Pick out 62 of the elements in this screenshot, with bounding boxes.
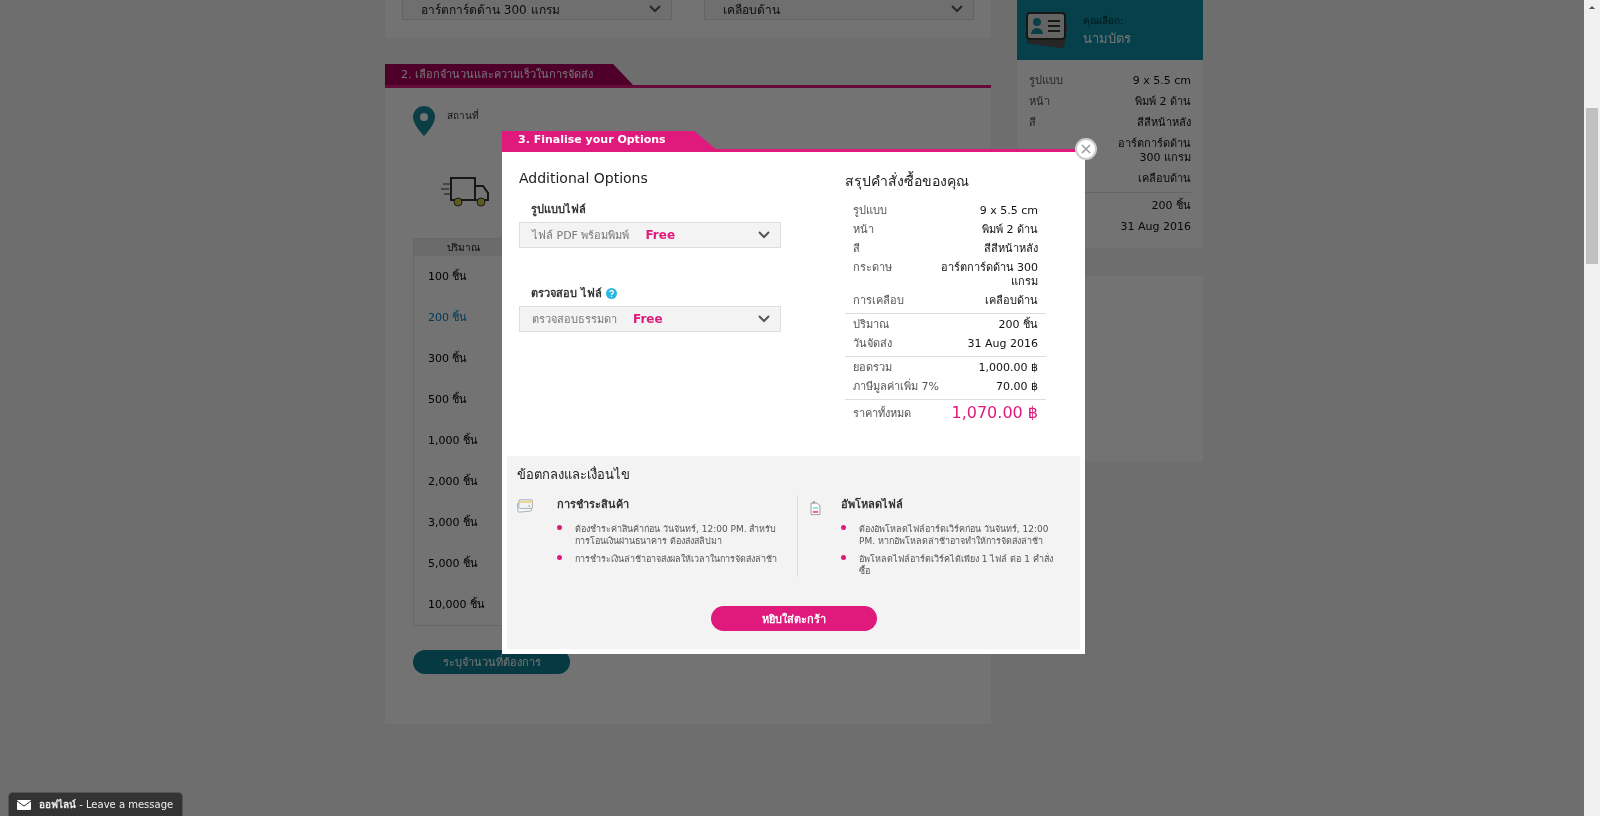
business-card-icon xyxy=(1025,10,1069,50)
detail-value: 9 x 5.5 cm xyxy=(1132,74,1191,88)
chat-tab[interactable]: ออฟไลน์ - Leave a message xyxy=(8,792,183,816)
summary-value: พิมพ์ 2 ด้าน xyxy=(982,223,1038,237)
detail-value: 200 ชิ้น xyxy=(1151,199,1191,213)
close-icon xyxy=(1081,144,1091,154)
summary-label: หน้า xyxy=(853,223,874,237)
summary-label: ภาษีมูลค่าเพิ่ม 7% xyxy=(853,380,939,394)
section-title: Additional Options xyxy=(519,170,649,186)
add-to-cart-button[interactable]: หยิบใส่ตะกร้า xyxy=(710,606,877,631)
map-pin-icon xyxy=(413,106,435,136)
dropdown[interactable]: เคลือบด้าน xyxy=(704,0,974,20)
summary-label: รูปแบบ xyxy=(853,204,887,218)
detail-value: พิมพ์ 2 ด้าน xyxy=(1135,95,1191,109)
terms-title: ข้อตกลงและเงื่อนไข xyxy=(517,465,631,484)
summary-value: 31 Aug 2016 xyxy=(967,337,1038,351)
summary-label: ยอดรวม xyxy=(853,361,892,375)
chevron-icon xyxy=(649,5,661,13)
dropdown[interactable]: อาร์ตการ์ดด้าน 300 แกรม xyxy=(402,0,672,20)
mail-icon xyxy=(17,799,31,810)
total-price: 1,070.00 ฿ xyxy=(951,403,1038,422)
summary-label: วันจัดส่ง xyxy=(853,337,892,351)
option-dropdown[interactable]: ตรวจสอบธรรมดา Free xyxy=(519,306,781,332)
detail-value: เคลือบด้าน xyxy=(1138,172,1191,186)
chevron-icon xyxy=(758,231,770,239)
detail-label: สี xyxy=(1029,116,1036,130)
summary-value: 70.00 ฿ xyxy=(996,380,1038,394)
terms-bullet: การชำระเงินล่าช้าอาจส่งผลให้เวลาในการจัดส่งล่าช้า xyxy=(557,553,785,565)
terms-bullet: อัพโหลดไฟล์อาร์ตเวิร์คได้เพียง 1 ไฟล์ ต่อ 1 คำสั่งซื้อ xyxy=(841,553,1058,577)
terms-bullet: ต้องชำระค่าสินค้าก่อน วันจันทร์, 12:00 PM. สำหรับการโอนเงินผ่านธนาคาร ต้องส่งสลิปมา xyxy=(557,523,785,547)
chat-label: ออฟไลน์ - Leave a message xyxy=(39,797,174,812)
truck-icon xyxy=(441,176,489,208)
field-label: ตรวจสอบ ไฟล์ xyxy=(531,286,602,302)
help-icon[interactable] xyxy=(605,287,617,299)
summary-value: เคลือบด้าน xyxy=(985,294,1038,308)
detail-value: สีสีหน้าหลัง xyxy=(1137,116,1191,130)
summary-label: สี xyxy=(853,242,860,256)
option-dropdown[interactable]: ไฟล์ PDF พร้อมพิมพ์ Free xyxy=(519,222,781,248)
product-name: นามบัตร xyxy=(1083,30,1131,48)
custom-quantity-button[interactable]: ระบุจำนวนที่ต้องการ xyxy=(413,650,570,674)
terms-bullet: ต้องอัพโหลดไฟล์อาร์ตเวิร์คก่อน วันจันทร์, 12:00 PM. หากอัพโหลดล่าช้าอาจทำให้การจัดส่งล่าช้า xyxy=(841,523,1058,547)
detail-label: หน้า xyxy=(1029,95,1050,109)
scrollbar[interactable] xyxy=(1584,0,1600,816)
terms-heading: การชำระสินค้า xyxy=(557,497,631,513)
summary-value: 200 ชิ้น xyxy=(998,318,1038,332)
location-label: สถานที่ xyxy=(447,108,479,123)
summary-title: สรุปคำสั่งซื้อของคุณ xyxy=(845,170,970,192)
summary-value: 1,000.00 ฿ xyxy=(978,361,1038,375)
summary-label: ปริมาณ xyxy=(853,318,889,332)
detail-value: 31 Aug 2016 xyxy=(1120,220,1191,234)
field-label: รูปแบบไฟล์ xyxy=(531,202,586,218)
summary-value: 9 x 5.5 cm xyxy=(979,204,1038,218)
chevron-icon xyxy=(758,315,770,323)
total-label: ราคาทั้งหมด xyxy=(853,405,911,422)
summary-label: การเคลือบ xyxy=(853,294,904,308)
detail-label: รูปแบบ xyxy=(1029,74,1063,88)
summary-value: อาร์ตการ์ดด้าน 300 แกรม xyxy=(939,261,1038,289)
detail-value: อาร์ตการ์ดด้าน 300 แกรม xyxy=(1117,137,1191,165)
chevron-icon xyxy=(951,5,963,13)
terms-heading: อัพโหลดไฟล์ xyxy=(841,496,904,513)
summary-value: สีสีหน้าหลัง xyxy=(984,242,1038,256)
summary-label: กระดาษ xyxy=(853,261,892,276)
